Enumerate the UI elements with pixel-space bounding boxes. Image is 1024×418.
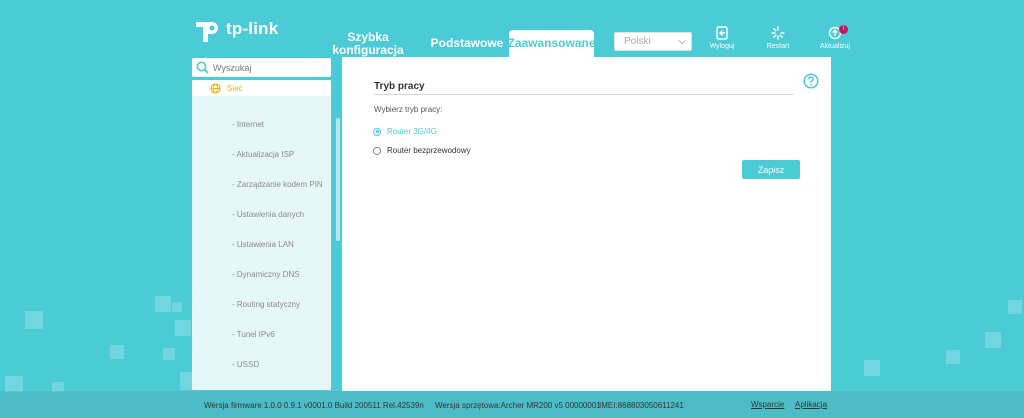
sidebar-item-ipv6-tunnel[interactable]: - Tunel IPv6 <box>232 330 275 339</box>
update-button[interactable]: ! Aktualizuj <box>815 25 855 50</box>
chevron-down-icon: ⌵ <box>678 36 686 47</box>
main-panel: Tryb pracy Wybierz tryb pracy: Router 3G… <box>342 57 831 391</box>
language-value: Polski <box>624 36 651 47</box>
radio-dot[interactable] <box>373 146 381 155</box>
tab-basic[interactable]: Podstawowe <box>430 30 504 57</box>
decor-square <box>172 302 182 312</box>
decor-square <box>25 311 43 329</box>
tab-quick-setup-line2: konfiguracja <box>332 42 404 57</box>
help-icon[interactable] <box>803 73 819 94</box>
support-link[interactable]: Wsparcie <box>751 400 784 409</box>
restart-label: Restart <box>766 43 790 50</box>
restart-icon <box>771 26 785 40</box>
decor-square <box>155 296 171 312</box>
update-badge: ! <box>839 25 848 34</box>
tab-quick-setup[interactable]: Szybka konfiguracja <box>332 29 403 57</box>
sidebar-item-lan-settings[interactable]: - Ustawienia LAN <box>232 240 294 249</box>
tab-advanced-label: Zaawansowane <box>507 36 596 50</box>
tab-quick-setup-line1: Szybka <box>347 29 389 44</box>
tab-advanced[interactable]: Zaawansowane <box>507 30 596 57</box>
decor-square <box>864 360 880 376</box>
title-divider <box>374 94 794 95</box>
radio-wireless-router[interactable]: Router bezprzewodowy <box>373 146 471 155</box>
sidebar-item-isp-update[interactable]: - Aktualizacja ISP <box>232 150 294 159</box>
logo-text: tp-link <box>226 19 279 38</box>
decor-square <box>110 345 124 359</box>
globe-icon <box>210 82 221 94</box>
sidebar-item-static-routing[interactable]: - Routing statyczny <box>232 300 300 309</box>
language-select[interactable]: Polski ⌵ <box>614 32 692 51</box>
tplink-logo-icon <box>192 14 222 44</box>
mode-label: Wybierz tryb pracy: <box>374 105 443 114</box>
decor-square <box>175 320 191 336</box>
logout-label: Wyloguj <box>709 43 735 50</box>
search-input[interactable] <box>213 62 323 73</box>
tplink-logo: tp-link <box>192 14 278 44</box>
imei: IMEI:868803050611241 <box>599 401 684 410</box>
radio-label-3g4g: Router 3G/4G <box>387 127 437 136</box>
save-button[interactable]: Zapisz <box>742 160 800 179</box>
sidebar-section-label: Sieć <box>227 83 243 93</box>
app-link[interactable]: Aplikacja <box>795 400 827 409</box>
decor-square <box>946 350 960 364</box>
radio-dot-selected[interactable] <box>373 127 381 136</box>
radio-label-wireless: Router bezprzewodowy <box>387 146 471 155</box>
footer: Wersja firmware 1.0.0 0.9.1 v0001.0 Buil… <box>0 391 1024 418</box>
decor-square <box>985 332 1001 348</box>
search-icon <box>196 61 209 74</box>
sidebar: Sieć - Internet - Aktualizacja ISP - Zar… <box>192 80 331 390</box>
decor-square <box>180 372 192 390</box>
sidebar-item-dynamic-dns[interactable]: - Dynamiczny DNS <box>232 270 300 279</box>
sidebar-item-ussd[interactable]: - USSD <box>232 360 259 369</box>
search-box[interactable] <box>192 58 331 77</box>
page-title: Tryb pracy <box>374 81 425 92</box>
sidebar-item-internet[interactable]: - Internet <box>232 120 264 129</box>
hardware-version: Wersja sprzętowa:Archer MR200 v5 0000000… <box>435 401 601 410</box>
sidebar-item-pin-management[interactable]: - Zarządzanie kodem PIN <box>232 180 323 189</box>
sidebar-section-network[interactable]: Sieć <box>192 80 331 96</box>
decor-square <box>5 376 23 392</box>
tab-basic-label: Podstawowe <box>430 36 504 50</box>
update-label: Aktualizuj <box>820 43 850 50</box>
restart-button[interactable]: Restart <box>758 26 798 50</box>
sidebar-item-data-settings[interactable]: - Ustawienia danych <box>232 210 304 219</box>
decor-square <box>163 348 175 360</box>
firmware-version: Wersja firmware 1.0.0 0.9.1 v0001.0 Buil… <box>204 401 424 410</box>
radio-router-3g4g[interactable]: Router 3G/4G <box>373 127 437 136</box>
logout-icon <box>716 26 728 40</box>
sidebar-scrollbar[interactable] <box>336 118 340 241</box>
decor-square <box>1008 300 1022 314</box>
logout-button[interactable]: Wyloguj <box>702 26 742 50</box>
